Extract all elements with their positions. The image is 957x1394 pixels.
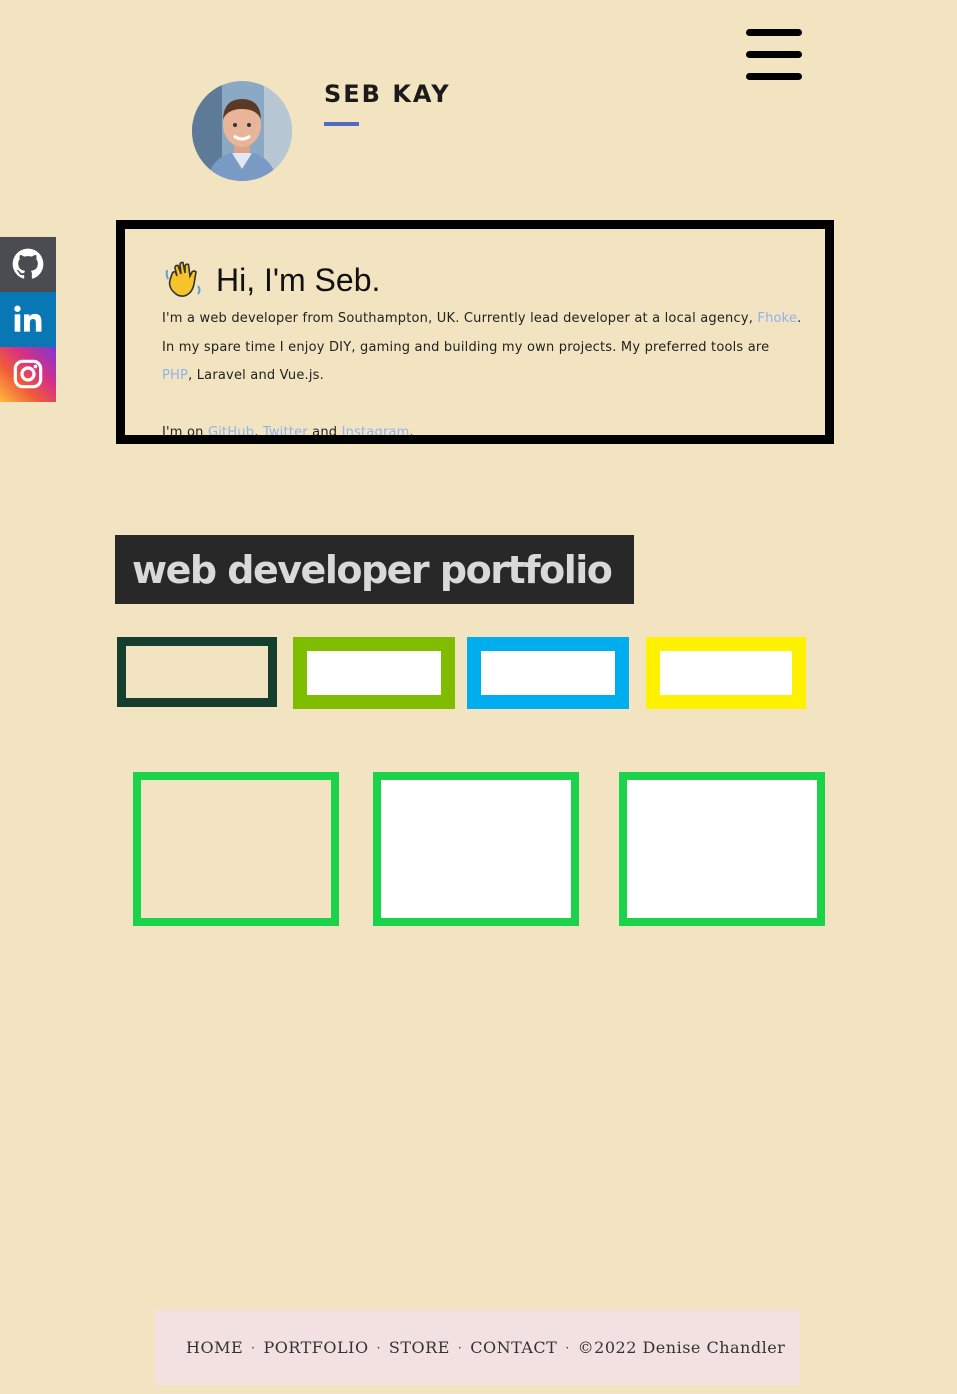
footer-separator: · xyxy=(251,1340,256,1355)
menu-bar xyxy=(746,51,802,58)
filter-box-dark-green[interactable] xyxy=(117,637,277,707)
social-sidebar xyxy=(0,237,56,402)
intro-text: I'm on xyxy=(162,425,208,440)
portfolio-title: web developer portfolio xyxy=(115,535,634,604)
intro-text: I'm a web developer from Southampton, UK… xyxy=(162,311,758,326)
footer-link-portfolio[interactable]: PORTFOLIO xyxy=(263,1338,368,1357)
footer-separator: · xyxy=(565,1340,570,1355)
linkedin-icon xyxy=(14,305,42,332)
social-paragraph: I'm on GitHub, Twitter and Instagram. xyxy=(162,419,802,440)
github-link[interactable] xyxy=(0,237,56,292)
footer-separator: · xyxy=(457,1340,463,1355)
fhoke-link[interactable]: Fhoke xyxy=(757,311,797,326)
linkedin-link[interactable] xyxy=(0,292,56,347)
footer-link-contact[interactable]: CONTACT xyxy=(470,1338,557,1357)
intro-text: , xyxy=(254,425,263,440)
instagram-text-link[interactable]: Instagram xyxy=(342,425,410,435)
intro-text: , Laravel and Vue.js. xyxy=(188,368,324,383)
instagram-icon xyxy=(13,359,43,389)
site-name: SEB KAY xyxy=(324,80,451,108)
portfolio-card[interactable] xyxy=(133,772,339,926)
github-icon xyxy=(12,248,44,279)
filter-box-yellow[interactable] xyxy=(646,637,806,709)
intro-heading: Hi, I'm Seb. xyxy=(164,260,380,300)
portfolio-card[interactable] xyxy=(373,772,579,926)
waving-hand-icon xyxy=(165,261,201,297)
footer-copyright: ©2022 Denise Chandler xyxy=(577,1338,786,1357)
intro-heading-text: Hi, I'm Seb. xyxy=(216,261,381,298)
footer-link-home[interactable]: HOME xyxy=(186,1338,243,1357)
avatar xyxy=(192,81,292,181)
portfolio-title-text: web developer portfolio xyxy=(132,547,613,592)
github-text-link[interactable]: GitHub xyxy=(208,425,254,435)
filter-box-lime[interactable] xyxy=(293,637,455,709)
footer: HOME · PORTFOLIO · STORE · CONTACT · ©20… xyxy=(155,1310,800,1385)
hamburger-menu-icon[interactable] xyxy=(746,29,802,81)
filter-box-blue[interactable] xyxy=(467,637,629,709)
intro-text: . xyxy=(409,425,414,440)
footer-separator: · xyxy=(376,1340,381,1355)
php-link[interactable]: PHP xyxy=(162,368,188,383)
menu-bar xyxy=(746,73,802,80)
intro-card: Hi, I'm Seb. I'm a web developer from So… xyxy=(116,220,834,444)
intro-text: and xyxy=(307,425,342,440)
portfolio-card[interactable] xyxy=(619,772,825,926)
twitter-text-link[interactable]: Twitter xyxy=(263,425,308,435)
instagram-link[interactable] xyxy=(0,347,56,402)
name-underline xyxy=(324,122,359,126)
footer-link-store[interactable]: STORE xyxy=(389,1338,450,1357)
avatar-photo xyxy=(192,81,292,181)
intro-paragraph: I'm a web developer from Southampton, UK… xyxy=(162,305,802,391)
menu-bar xyxy=(746,29,802,36)
